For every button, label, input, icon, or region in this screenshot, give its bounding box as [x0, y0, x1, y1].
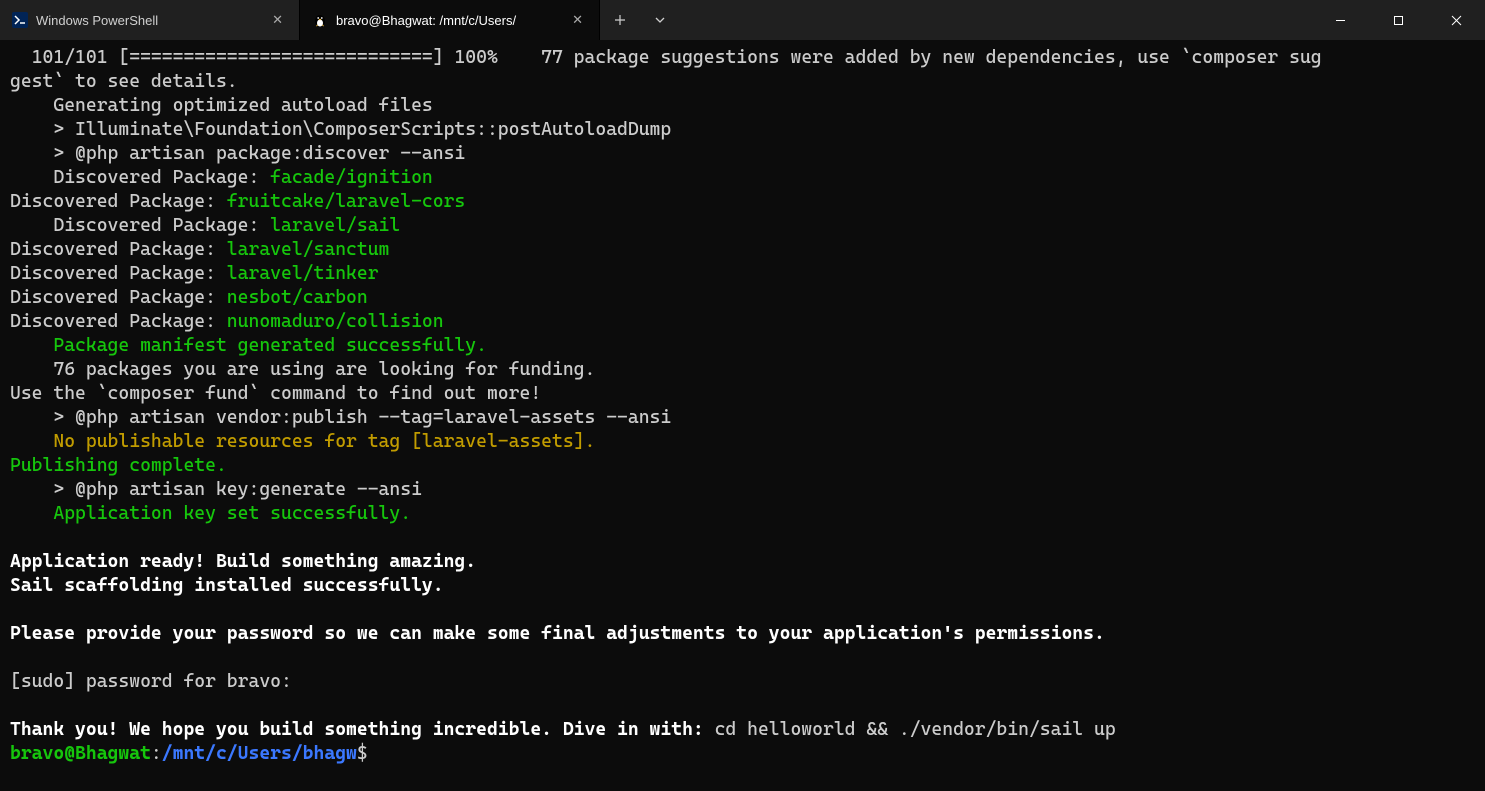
- line: Discovered Package:: [10, 191, 227, 212]
- package-name: nesbot/carbon: [227, 287, 368, 308]
- line: 101/101 [============================] 1…: [10, 47, 1322, 68]
- line: Application key set successfully.: [10, 503, 411, 524]
- close-icon[interactable]: ✕: [268, 10, 287, 30]
- titlebar: Windows PowerShell ✕ bravo@Bhagwat: /mnt…: [0, 0, 1485, 40]
- line: Discovered Package:: [10, 215, 270, 236]
- minimize-button[interactable]: [1311, 0, 1369, 40]
- package-name: fruitcake/laravel-cors: [227, 191, 465, 212]
- new-tab-button[interactable]: [600, 0, 640, 40]
- prompt-path: /mnt/c/Users/bhagw: [162, 743, 357, 764]
- line: Discovered Package:: [10, 287, 227, 308]
- line: Publishing complete.: [10, 455, 227, 476]
- terminal-output[interactable]: 101/101 [============================] 1…: [0, 40, 1485, 791]
- line: > @php artisan vendor:publish --tag=lara…: [10, 407, 671, 428]
- dive-in-cmd: cd helloworld && ./vendor/bin/sail up: [704, 719, 1116, 740]
- minimize-icon: [1335, 15, 1346, 26]
- package-name: laravel/sanctum: [227, 239, 390, 260]
- line: Generating optimized autoload files: [10, 95, 433, 116]
- line: Discovered Package:: [10, 263, 227, 284]
- line: [sudo] password for bravo:: [10, 671, 292, 692]
- prompt-user: bravo@Bhagwat: [10, 743, 151, 764]
- close-icon[interactable]: ✕: [568, 10, 587, 30]
- line: Application ready! Build something amazi…: [10, 551, 476, 572]
- tab-powershell[interactable]: Windows PowerShell ✕: [0, 0, 300, 40]
- close-icon: [1451, 15, 1462, 26]
- close-button[interactable]: [1427, 0, 1485, 40]
- package-name: laravel/sail: [270, 215, 400, 236]
- line: > @php artisan package:discover --ansi: [10, 143, 465, 164]
- package-name: nunomaduro/collision: [227, 311, 444, 332]
- line: Package manifest generated successfully.: [10, 335, 487, 356]
- line: Sail scaffolding installed successfully.: [10, 575, 444, 596]
- chevron-down-icon: [654, 14, 666, 26]
- prompt-dollar: $: [357, 743, 368, 764]
- window-controls: [1311, 0, 1485, 40]
- line: > Illuminate\Foundation\ComposerScripts:…: [10, 119, 671, 140]
- prompt-colon: :: [151, 743, 162, 764]
- tab-label: Windows PowerShell: [36, 13, 260, 28]
- tux-icon: [312, 12, 328, 28]
- tab-dropdown-button[interactable]: [640, 0, 680, 40]
- plus-icon: [614, 14, 626, 26]
- line: Discovered Package:: [10, 167, 270, 188]
- powershell-icon: [12, 12, 28, 28]
- line: Use the `composer fund` command to find …: [10, 383, 541, 404]
- line: > @php artisan key:generate --ansi: [10, 479, 422, 500]
- line: Thank you! We hope you build something i…: [10, 719, 704, 740]
- maximize-icon: [1393, 15, 1404, 26]
- maximize-button[interactable]: [1369, 0, 1427, 40]
- tab-label: bravo@Bhagwat: /mnt/c/Users/: [336, 13, 560, 28]
- package-name: facade/ignition: [270, 167, 433, 188]
- package-name: laravel/tinker: [227, 263, 379, 284]
- line: No publishable resources for tag [larave…: [10, 431, 595, 452]
- line: Discovered Package:: [10, 239, 227, 260]
- line: Please provide your password so we can m…: [10, 623, 1105, 644]
- line: gest` to see details.: [10, 71, 238, 92]
- line: 76 packages you are using are looking fo…: [10, 359, 595, 380]
- tab-wsl[interactable]: bravo@Bhagwat: /mnt/c/Users/ ✕: [300, 0, 600, 40]
- line: Discovered Package:: [10, 311, 227, 332]
